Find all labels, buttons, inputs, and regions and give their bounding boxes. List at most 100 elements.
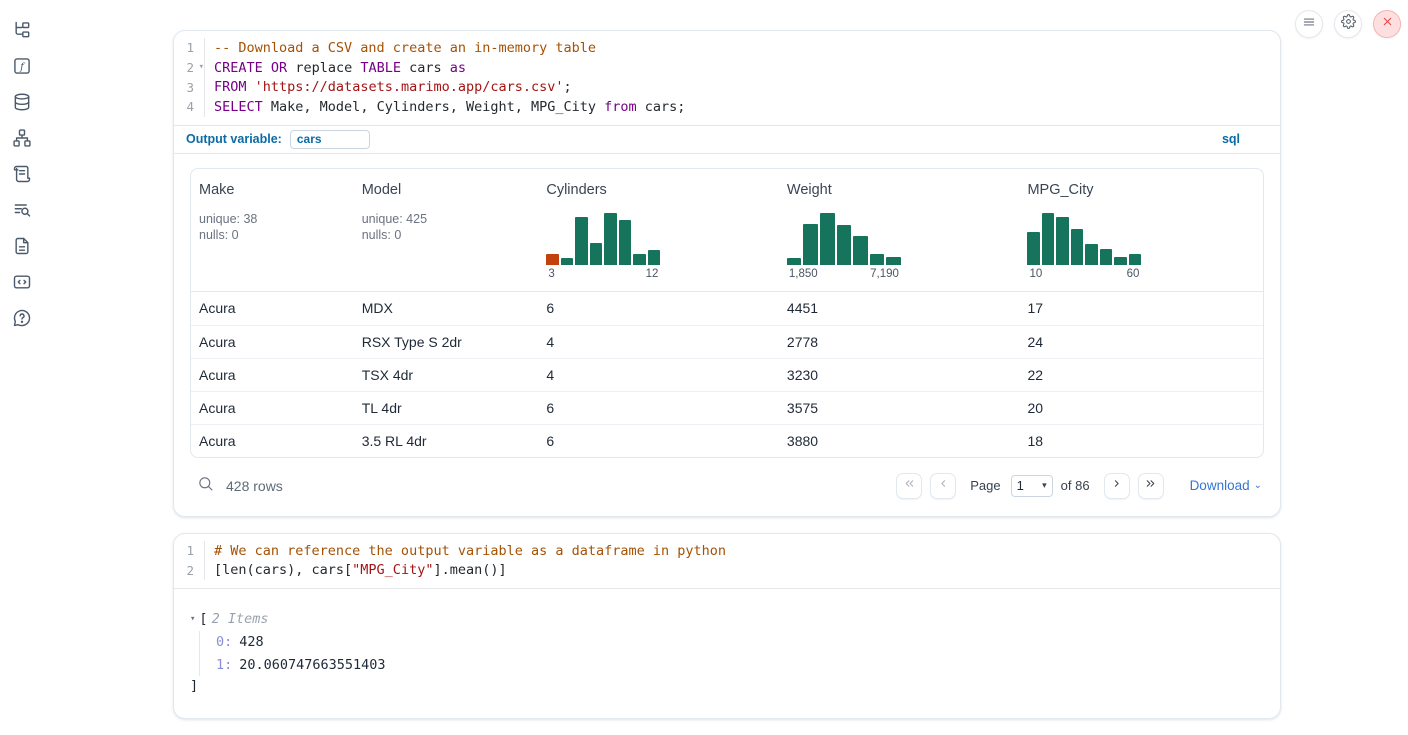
table-cell: Acura	[191, 334, 354, 350]
table-header-row: Makeunique: 38nulls: 0Modelunique: 425nu…	[191, 169, 1263, 292]
histogram-bar	[575, 217, 588, 265]
output-variable-input[interactable]	[290, 130, 370, 149]
histogram-bars	[787, 213, 901, 265]
code-line: 2[len(cars), cars["MPG_City"].mean()]	[174, 560, 1280, 580]
histogram-bar	[604, 213, 617, 265]
table-cell: RSX Type S 2dr	[354, 334, 539, 350]
code-token: ].mean()]	[433, 562, 506, 578]
sidebar-item-documentation[interactable]	[4, 230, 40, 266]
axis-max-label: 7,190	[870, 268, 899, 280]
table-cell: 17	[1019, 300, 1263, 316]
table-cell: 22	[1019, 367, 1263, 383]
line-number: 4	[174, 97, 205, 117]
first-page-button[interactable]	[896, 473, 922, 499]
line-number: 1	[174, 541, 205, 561]
sidebar-item-logs[interactable]	[4, 158, 40, 194]
sql-output-section: Makeunique: 38nulls: 0Modelunique: 425nu…	[174, 154, 1280, 516]
code-token	[263, 60, 271, 76]
sidebar-item-dependency-graph[interactable]	[4, 122, 40, 158]
data-table: Makeunique: 38nulls: 0Modelunique: 425nu…	[190, 168, 1264, 458]
gear-icon	[1341, 14, 1356, 34]
sidebar-item-datasources[interactable]	[4, 86, 40, 122]
histogram-bar	[787, 258, 802, 265]
line-number-text: 1	[186, 543, 194, 558]
code-token: "MPG_City"	[352, 562, 433, 578]
table-footer: 428 rows Page 1 ▾ of 86	[190, 470, 1264, 502]
tree-items-count: 2 Items	[212, 611, 269, 627]
svg-text:f: f	[19, 61, 26, 72]
sql-code-editor[interactable]: 1-- Download a CSV and create an in-memo…	[174, 31, 1280, 125]
python-code-editor[interactable]: 1 # We can reference the output variable …	[174, 534, 1280, 588]
table-cell: TSX 4dr	[354, 367, 539, 383]
sidebar-item-help[interactable]	[4, 302, 40, 338]
hamburger-menu-icon	[1302, 15, 1316, 34]
chevrons-right-icon	[1144, 477, 1157, 495]
chevron-down-icon: ▾	[1042, 480, 1047, 491]
histogram-bars	[546, 213, 660, 265]
sidebar-item-outline[interactable]	[4, 194, 40, 230]
tree-head: ▾ [ 2 Items	[190, 611, 1264, 627]
axis-min-label: 1,850	[789, 268, 818, 280]
histogram-bar	[590, 243, 603, 265]
table-row[interactable]: AcuraMDX6445117	[191, 292, 1263, 325]
table-row[interactable]: AcuraTSX 4dr4323022	[191, 358, 1263, 391]
column-histogram: 1,850 7,190	[787, 213, 901, 280]
cell-python: 1 # We can reference the output variable …	[173, 533, 1281, 719]
histogram-bar	[1042, 213, 1055, 265]
download-label: Download	[1190, 478, 1250, 493]
page-of-label: of 86	[1061, 478, 1090, 493]
tree-entry-index: 1:	[216, 657, 232, 673]
table-search-button[interactable]	[192, 473, 218, 499]
table-row[interactable]: AcuraRSX Type S 2dr4277824	[191, 325, 1263, 358]
sidebar-item-file-explorer[interactable]	[4, 14, 40, 50]
sidebar-item-variables[interactable]: f	[4, 50, 40, 86]
close-x-icon	[1381, 15, 1394, 33]
code-text: # We can reference the output variable a…	[205, 543, 726, 559]
code-token: [len(cars), cars[	[214, 562, 352, 578]
histogram-axis: 1060	[1027, 268, 1141, 280]
column-header-make[interactable]: Makeunique: 38nulls: 0	[191, 169, 354, 291]
table-cell: 3230	[779, 367, 1020, 383]
functions-icon: f	[12, 56, 32, 81]
menu-button[interactable]	[1295, 10, 1323, 38]
histogram-bar	[1100, 249, 1113, 265]
column-header-cylinders[interactable]: Cylinders312	[538, 169, 779, 291]
code-text: [len(cars), cars["MPG_City"].mean()]	[205, 562, 507, 578]
last-page-button[interactable]	[1138, 473, 1164, 499]
notebook-main: 1 -- Download a CSV and create an in-memo…	[173, 30, 1281, 735]
table-body: AcuraMDX6445117AcuraRSX Type S 2dr427782…	[191, 292, 1263, 457]
line-number-text: 3	[186, 80, 194, 95]
code-line: 2▾CREATE OR replace TABLE cars as	[174, 58, 1280, 78]
table-cell: Acura	[191, 433, 354, 449]
shutdown-button[interactable]	[1373, 10, 1401, 38]
dependency-graph-icon	[12, 128, 32, 153]
sidebar-item-snippets[interactable]	[4, 266, 40, 302]
histogram-bar	[1071, 229, 1084, 265]
code-token: -- Download a CSV and create an in-memor…	[214, 40, 596, 56]
column-stat: nulls: 0	[362, 227, 531, 244]
next-page-button[interactable]	[1104, 473, 1130, 499]
histogram-bars	[1027, 213, 1141, 265]
code-token: OR	[271, 60, 287, 76]
column-header-model[interactable]: Modelunique: 425nulls: 0	[354, 169, 539, 291]
column-header-weight[interactable]: Weight1,8507,190	[779, 169, 1020, 291]
table-row[interactable]: Acura3.5 RL 4dr6388018	[191, 424, 1263, 457]
page-select[interactable]: 1 ▾	[1011, 475, 1053, 497]
settings-button[interactable]	[1334, 10, 1362, 38]
code-token	[247, 79, 255, 95]
histogram-bar	[803, 224, 818, 265]
histogram-bar	[820, 213, 835, 265]
language-badge[interactable]: sql	[1222, 132, 1268, 146]
table-cell: 24	[1019, 334, 1263, 350]
tree-close-bracket: ]	[190, 678, 1264, 694]
fold-chevron-icon[interactable]: ▾	[199, 62, 204, 72]
table-row[interactable]: AcuraTL 4dr6357520	[191, 391, 1263, 424]
tree-entries: 0:4281:20.060747663551403	[199, 631, 1264, 676]
histogram-bar	[1085, 244, 1098, 265]
table-cell: 4451	[779, 300, 1020, 316]
column-header-mpg_city[interactable]: MPG_City1060	[1019, 169, 1263, 291]
download-button[interactable]: Download ⌄	[1190, 478, 1262, 493]
chevron-down-icon[interactable]: ▾	[190, 614, 195, 624]
column-stats: unique: 38nulls: 0	[199, 211, 346, 244]
prev-page-button[interactable]	[930, 473, 956, 499]
